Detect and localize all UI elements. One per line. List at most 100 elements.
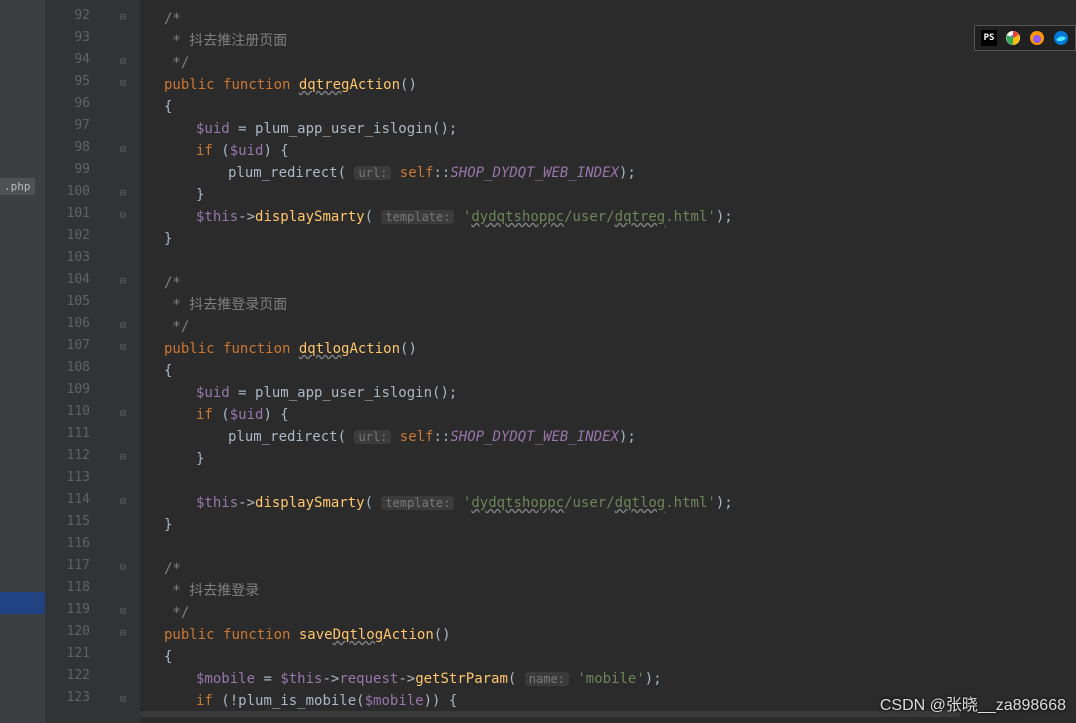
- line-number[interactable]: 113: [45, 470, 90, 485]
- line-number[interactable]: 95: [45, 74, 90, 89]
- fold-toggle-icon[interactable]: ⊟: [120, 606, 132, 618]
- code-line[interactable]: $this->displaySmarty( template: 'dydqtsh…: [196, 492, 733, 514]
- fold-toggle-icon[interactable]: ⊟: [120, 78, 132, 90]
- fold-toggle-icon[interactable]: ⊟: [120, 342, 132, 354]
- line-number[interactable]: 93: [45, 30, 90, 45]
- code-token: }: [196, 187, 204, 203]
- line-number[interactable]: 97: [45, 118, 90, 133]
- code-token: (: [356, 693, 364, 709]
- line-number[interactable]: 108: [45, 360, 90, 375]
- line-number[interactable]: 112: [45, 448, 90, 463]
- code-line[interactable]: {: [164, 646, 172, 668]
- fold-toggle-icon[interactable]: ⊟: [120, 276, 132, 288]
- app-taskbar[interactable]: PS: [974, 25, 1076, 51]
- code-line[interactable]: /*: [164, 558, 181, 580]
- edge-icon[interactable]: [1053, 30, 1069, 46]
- code-line[interactable]: */: [164, 316, 189, 338]
- line-number[interactable]: 118: [45, 580, 90, 595]
- fold-toggle-icon[interactable]: ⊟: [120, 210, 132, 222]
- code-line[interactable]: if ($uid) {: [196, 140, 289, 162]
- code-line[interactable]: /*: [164, 272, 181, 294]
- code-line[interactable]: $mobile = $this->request->getStrParam( n…: [196, 668, 662, 690]
- line-number[interactable]: 104: [45, 272, 90, 287]
- file-tab[interactable]: .php: [0, 178, 35, 195]
- line-number[interactable]: 119: [45, 602, 90, 617]
- code-line[interactable]: if ($uid) {: [196, 404, 289, 426]
- fold-toggle-icon[interactable]: ⊟: [120, 408, 132, 420]
- code-line[interactable]: * 抖去推登录页面: [164, 294, 287, 316]
- line-number[interactable]: 103: [45, 250, 90, 265]
- fold-toggle-icon[interactable]: ⊟: [120, 562, 132, 574]
- code-line[interactable]: $uid = plum_app_user_islogin();: [196, 382, 457, 404]
- line-number[interactable]: 110: [45, 404, 90, 419]
- fold-toggle-icon[interactable]: ⊟: [120, 56, 132, 68]
- code-line[interactable]: /*: [164, 8, 181, 30]
- code-editor[interactable]: /* * 抖去推注册页面 */public function dqtregAct…: [140, 0, 976, 723]
- fold-toggle-icon[interactable]: ⊟: [120, 320, 132, 332]
- line-number[interactable]: 105: [45, 294, 90, 309]
- line-number[interactable]: 114: [45, 492, 90, 507]
- phpstorm-icon[interactable]: PS: [981, 30, 997, 46]
- line-number[interactable]: 106: [45, 316, 90, 331]
- code-line[interactable]: plum_redirect( url: self::SHOP_DYDQT_WEB…: [228, 162, 636, 184]
- line-number[interactable]: 123: [45, 690, 90, 705]
- code-token: public: [164, 341, 223, 357]
- code-token: plum_redirect: [228, 165, 338, 181]
- line-number[interactable]: 109: [45, 382, 90, 397]
- code-line[interactable]: }: [164, 228, 172, 250]
- code-line[interactable]: */: [164, 602, 189, 624]
- fold-toggle-icon[interactable]: ⊟: [120, 694, 132, 706]
- horizontal-scrollbar[interactable]: [140, 711, 960, 717]
- code-line[interactable]: plum_redirect( url: self::SHOP_DYDQT_WEB…: [228, 426, 636, 448]
- line-number[interactable]: 116: [45, 536, 90, 551]
- code-line[interactable]: $uid = plum_app_user_islogin();: [196, 118, 457, 140]
- fold-toggle-icon[interactable]: ⊟: [120, 144, 132, 156]
- line-number[interactable]: 100: [45, 184, 90, 199]
- code-line[interactable]: }: [196, 184, 204, 206]
- code-line[interactable]: }: [196, 448, 204, 470]
- code-line[interactable]: {: [164, 96, 172, 118]
- code-token: [454, 209, 462, 225]
- line-number[interactable]: 96: [45, 96, 90, 111]
- selected-file-highlight: [0, 592, 45, 614]
- fold-toggle-icon[interactable]: ⊟: [120, 628, 132, 640]
- line-number[interactable]: 122: [45, 668, 90, 683]
- fold-toggle-icon[interactable]: ⊟: [120, 188, 132, 200]
- line-number[interactable]: 117: [45, 558, 90, 573]
- code-line[interactable]: {: [164, 360, 172, 382]
- code-token: (!: [221, 693, 238, 709]
- line-number[interactable]: 99: [45, 162, 90, 177]
- line-number[interactable]: 107: [45, 338, 90, 353]
- code-line[interactable]: * 抖去推注册页面: [164, 30, 287, 52]
- code-token: plum_is_mobile: [238, 693, 356, 709]
- code-token: name:: [525, 672, 569, 686]
- code-line[interactable]: }: [164, 514, 172, 536]
- line-number[interactable]: 120: [45, 624, 90, 639]
- code-token: $mobile: [365, 693, 424, 709]
- line-number[interactable]: 111: [45, 426, 90, 441]
- code-line[interactable]: public function dqtlogAction(): [164, 338, 417, 360]
- line-number[interactable]: 121: [45, 646, 90, 661]
- code-token: ->: [398, 671, 415, 687]
- code-token: );: [619, 429, 636, 445]
- code-line[interactable]: if (!plum_is_mobile($mobile)) {: [196, 690, 457, 712]
- line-number[interactable]: 102: [45, 228, 90, 243]
- line-number[interactable]: 92: [45, 8, 90, 23]
- line-number[interactable]: 115: [45, 514, 90, 529]
- chrome-icon[interactable]: [1005, 30, 1021, 46]
- firefox-icon[interactable]: [1029, 30, 1045, 46]
- line-number[interactable]: 98: [45, 140, 90, 155]
- code-line[interactable]: public function saveDqtlogAction(): [164, 624, 451, 646]
- code-line[interactable]: * 抖去推登录: [164, 580, 259, 602]
- project-sidebar[interactable]: .php: [0, 0, 45, 723]
- line-number[interactable]: 94: [45, 52, 90, 67]
- fold-toggle-icon[interactable]: ⊟: [120, 452, 132, 464]
- code-line[interactable]: */: [164, 52, 189, 74]
- fold-toggle-icon[interactable]: ⊟: [120, 496, 132, 508]
- code-line[interactable]: $this->displaySmarty( template: 'dydqtsh…: [196, 206, 733, 228]
- code-line[interactable]: public function dqtregAction(): [164, 74, 417, 96]
- code-token: dqtlog: [299, 341, 350, 357]
- code-token: Action: [383, 627, 434, 643]
- fold-toggle-icon[interactable]: ⊟: [120, 12, 132, 24]
- line-number[interactable]: 101: [45, 206, 90, 221]
